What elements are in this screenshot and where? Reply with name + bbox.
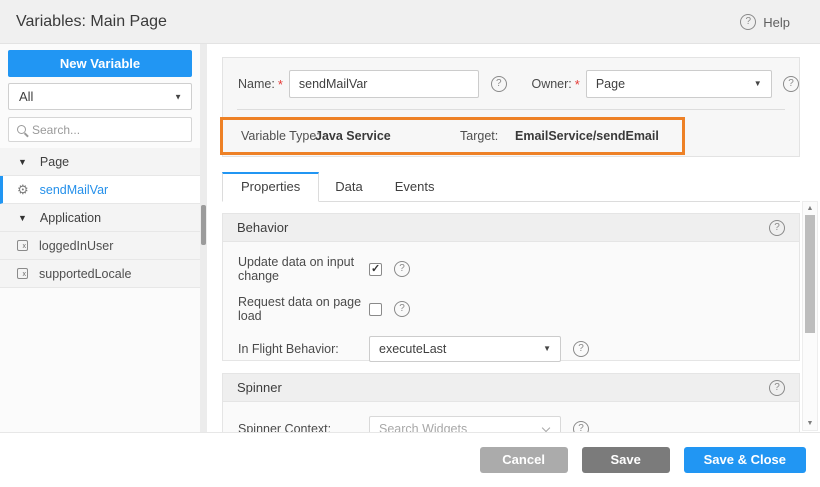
save-and-close-button[interactable]: Save & Close	[684, 447, 806, 473]
tree-item-label: supportedLocale	[39, 267, 131, 281]
spinner-section: Spinner Spinner Context: Search Widgets	[222, 373, 800, 432]
update-data-help-icon[interactable]	[394, 261, 410, 277]
content-scrollbar[interactable]: ▲ ▼	[802, 201, 818, 431]
target-value: EmailService/sendEmail	[515, 120, 659, 152]
tree-item-sendmailvar[interactable]: ⚙ sendMailVar	[0, 176, 200, 204]
variable-summary-panel: Name: * Owner: * Page ▼ Variable Type: J…	[222, 57, 800, 157]
in-flight-help-icon[interactable]	[573, 341, 589, 357]
behavior-help-icon[interactable]	[769, 220, 785, 236]
variables-sidebar: New Variable All ▼ ▼ Page ⚙ sendMailVar …	[0, 44, 200, 432]
variable-filter-select[interactable]: All ▼	[8, 83, 192, 110]
in-flight-value: executeLast	[379, 342, 446, 356]
save-button[interactable]: Save	[582, 447, 670, 473]
help-button[interactable]: Help	[740, 0, 790, 44]
tree-group-label: Page	[40, 155, 69, 169]
chevron-down-icon	[542, 424, 550, 432]
name-help-icon[interactable]	[491, 76, 507, 92]
new-variable-button[interactable]: New Variable	[8, 50, 192, 77]
owner-select[interactable]: Page ▼	[586, 70, 772, 98]
behavior-title: Behavior	[237, 220, 288, 235]
spinner-context-label: Spinner Context:	[238, 422, 369, 432]
owner-label: Owner:	[531, 77, 571, 91]
owner-value: Page	[596, 77, 625, 91]
owner-help-icon[interactable]	[783, 76, 799, 92]
tree-group-application[interactable]: ▼ Application	[0, 204, 200, 232]
variable-search[interactable]	[8, 117, 192, 142]
update-data-checkbox[interactable]	[369, 263, 382, 276]
request-data-checkbox[interactable]	[369, 303, 382, 316]
spinner-title: Spinner	[237, 380, 282, 395]
tab-data[interactable]: Data	[319, 173, 378, 201]
help-label: Help	[763, 15, 790, 30]
spinner-context-row: Spinner Context: Search Widgets	[238, 416, 799, 432]
sidebar-scrollbar[interactable]	[200, 44, 207, 432]
static-variable-icon: x	[17, 240, 28, 251]
variable-type-highlight-box: Variable Type: Java Service Target: Emai…	[220, 117, 685, 155]
static-variable-icon: x	[17, 268, 28, 279]
search-input[interactable]	[32, 123, 172, 137]
dropdown-caret-icon: ▼	[543, 337, 551, 361]
required-marker: *	[278, 77, 283, 92]
in-flight-row: In Flight Behavior: executeLast ▼	[238, 336, 799, 362]
tab-bar: Properties Data Events	[222, 173, 800, 202]
tree-group-page[interactable]: ▼ Page	[0, 148, 200, 176]
footer-buttons: Cancel Save Save & Close	[480, 447, 806, 473]
dialog-header: Variables: Main Page Help	[0, 0, 820, 44]
scroll-up-icon[interactable]: ▲	[803, 205, 817, 212]
dropdown-caret-icon: ▼	[174, 84, 182, 109]
divider	[237, 109, 785, 110]
expander-icon[interactable]: ▼	[18, 213, 27, 223]
variable-type-value: Java Service	[315, 120, 391, 152]
request-data-row: Request data on page load	[238, 296, 799, 322]
name-field[interactable]	[289, 70, 480, 98]
gear-icon: ⚙	[17, 183, 29, 196]
main-panel: Name: * Owner: * Page ▼ Variable Type: J…	[207, 44, 820, 432]
spinner-help-icon[interactable]	[769, 380, 785, 396]
in-flight-label: In Flight Behavior:	[238, 342, 369, 356]
help-icon	[740, 14, 756, 30]
scroll-down-icon[interactable]: ▼	[803, 420, 817, 427]
behavior-section: Behavior Update data on input change Req…	[222, 213, 800, 361]
tree-item-label: loggedInUser	[39, 239, 113, 253]
name-owner-row: Name: * Owner: * Page ▼	[238, 70, 799, 98]
sidebar-scrollbar-thumb[interactable]	[201, 205, 206, 245]
tab-events[interactable]: Events	[379, 173, 451, 201]
search-icon	[17, 125, 26, 134]
spinner-context-select[interactable]: Search Widgets	[369, 416, 561, 432]
variable-filter-value: All	[19, 89, 33, 104]
variable-type-label: Variable Type:	[241, 120, 320, 152]
expander-icon[interactable]: ▼	[18, 157, 27, 167]
dialog-footer: Cancel Save Save & Close	[0, 432, 820, 487]
page-title: Variables: Main Page	[16, 0, 167, 44]
request-data-help-icon[interactable]	[394, 301, 410, 317]
tree-group-label: Application	[40, 211, 101, 225]
name-label: Name:	[238, 77, 275, 91]
spinner-section-header: Spinner	[223, 374, 799, 402]
in-flight-select[interactable]: executeLast ▼	[369, 336, 561, 362]
tab-properties[interactable]: Properties	[222, 172, 319, 202]
spinner-context-placeholder: Search Widgets	[379, 422, 467, 432]
behavior-section-header: Behavior	[223, 214, 799, 242]
variables-tree: ▼ Page ⚙ sendMailVar ▼ Application x log…	[0, 148, 200, 288]
update-data-label: Update data on input change	[238, 255, 369, 283]
cancel-button[interactable]: Cancel	[480, 447, 568, 473]
dropdown-caret-icon: ▼	[754, 71, 762, 97]
required-marker: *	[575, 77, 580, 92]
variables-dialog: Variables: Main Page Help New Variable A…	[0, 0, 820, 487]
request-data-label: Request data on page load	[238, 295, 369, 323]
tree-item-supportedlocale[interactable]: x supportedLocale	[0, 260, 200, 288]
tree-item-loggedinuser[interactable]: x loggedInUser	[0, 232, 200, 260]
target-label: Target:	[460, 120, 498, 152]
tree-item-label: sendMailVar	[40, 183, 109, 197]
content-scrollbar-thumb[interactable]	[805, 215, 815, 333]
spinner-context-help-icon[interactable]	[573, 421, 589, 432]
update-data-row: Update data on input change	[238, 256, 799, 282]
